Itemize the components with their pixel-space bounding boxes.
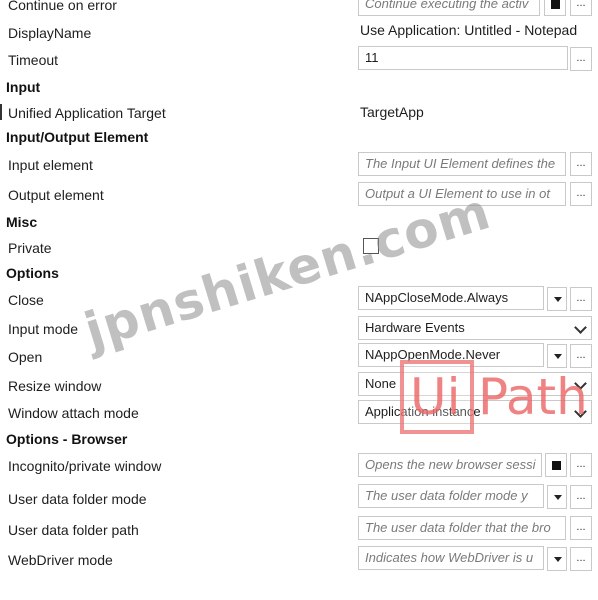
resize-window-select[interactable]: None <box>358 372 592 396</box>
display-name-value[interactable]: Use Application: Untitled - Notepad <box>360 22 577 38</box>
resize-window-value: None <box>365 376 397 391</box>
ellipsis-icon[interactable]: ... <box>570 485 592 509</box>
label-unified-target: Unified Application Target <box>8 105 166 121</box>
section-options-browser: Options - Browser <box>6 431 128 447</box>
expression-toggle-button[interactable] <box>544 0 566 16</box>
checkbox-icon[interactable] <box>363 238 379 254</box>
user-data-mode-field[interactable]: The user data folder mode y <box>358 484 544 508</box>
chevron-down-icon <box>574 321 587 334</box>
input-element-field[interactable]: The Input UI Element defines the <box>358 152 566 176</box>
ellipsis-icon[interactable]: ... <box>570 516 592 540</box>
continue-on-error-input[interactable]: Continue executing the activ <box>358 0 540 16</box>
label-close: Close <box>8 292 44 308</box>
section-misc: Misc <box>6 214 38 230</box>
label-user-data-mode: User data folder mode <box>8 491 147 507</box>
input-mode-select[interactable]: Hardware Events <box>358 316 592 340</box>
label-resize-window: Resize window <box>8 378 102 394</box>
output-element-field[interactable]: Output a UI Element to use in ot <box>358 182 566 206</box>
label-timeout: Timeout <box>8 52 59 68</box>
label-input-element: Input element <box>8 157 93 173</box>
label-output-element: Output element <box>8 187 104 203</box>
webdriver-mode-field[interactable]: Indicates how WebDriver is u <box>358 546 544 570</box>
chevron-down-icon <box>574 377 587 390</box>
label-private: Private <box>8 240 52 256</box>
label-user-data-path: User data folder path <box>8 522 139 538</box>
section-input: Input <box>6 79 41 95</box>
dropdown-caret-icon[interactable] <box>547 547 567 571</box>
row-marker <box>0 104 2 120</box>
ellipsis-icon[interactable]: ... <box>570 152 592 176</box>
user-data-path-field[interactable]: The user data folder that the bro <box>358 516 566 540</box>
close-mode-field[interactable]: NAppCloseMode.Always <box>358 286 544 310</box>
ellipsis-icon[interactable]: ... <box>570 287 592 311</box>
ellipsis-icon[interactable]: ... <box>570 547 592 571</box>
open-mode-field[interactable]: NAppOpenMode.Never <box>358 343 544 367</box>
ellipsis-icon[interactable]: ... <box>570 182 592 206</box>
label-open: Open <box>8 349 43 365</box>
unified-target-value[interactable]: TargetApp <box>360 104 424 120</box>
label-display-name: DisplayName <box>8 25 92 41</box>
ellipsis-icon[interactable]: ... <box>570 344 592 368</box>
section-options: Options <box>6 265 59 281</box>
expression-toggle-button[interactable] <box>545 453 567 477</box>
incognito-field[interactable]: Opens the new browser sessi <box>358 453 542 477</box>
properties-panel: Continue on error Continue executing the… <box>0 0 598 600</box>
dropdown-caret-icon[interactable] <box>547 344 567 368</box>
ellipsis-icon[interactable]: ... <box>570 47 592 71</box>
expression-square-icon <box>552 461 561 470</box>
label-incognito: Incognito/private window <box>8 458 162 474</box>
label-window-attach: Window attach mode <box>8 405 139 421</box>
input-mode-value: Hardware Events <box>365 320 465 335</box>
ellipsis-icon[interactable]: ... <box>570 0 592 16</box>
dropdown-caret-icon[interactable] <box>547 485 567 509</box>
dropdown-caret-icon[interactable] <box>547 287 567 311</box>
chevron-down-icon <box>574 405 587 418</box>
section-input-output: Input/Output Element <box>6 129 149 145</box>
label-input-mode: Input mode <box>8 321 79 337</box>
timeout-input[interactable]: 11 <box>358 46 568 70</box>
label-webdriver-mode: WebDriver mode <box>8 552 113 568</box>
window-attach-value: Application instance <box>365 404 481 419</box>
expression-square-icon <box>551 0 560 9</box>
label-continue-on-error: Continue on error <box>8 0 117 13</box>
ellipsis-icon[interactable]: ... <box>570 453 592 477</box>
window-attach-select[interactable]: Application instance <box>358 400 592 424</box>
